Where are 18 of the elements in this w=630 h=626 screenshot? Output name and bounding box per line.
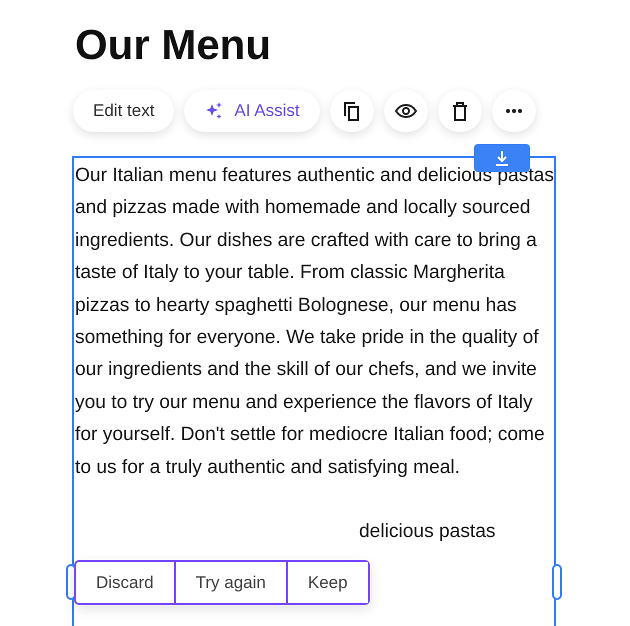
download-icon xyxy=(495,150,509,166)
ai-action-button[interactable]: Keep xyxy=(286,562,368,603)
edit-text-button[interactable]: Edit text xyxy=(73,90,174,132)
paragraph-text: delicious pastas xyxy=(358,520,497,544)
preview-button[interactable] xyxy=(384,90,428,132)
delete-button[interactable] xyxy=(438,90,482,132)
copy-icon xyxy=(342,101,361,121)
sparkle-icon xyxy=(204,101,224,121)
ai-action-button[interactable]: Try again xyxy=(174,562,286,603)
ai-action-button[interactable]: Discard xyxy=(76,562,174,603)
more-button[interactable] xyxy=(492,90,536,132)
page-heading: Our Menu xyxy=(75,20,272,70)
resize-handle[interactable] xyxy=(552,564,562,600)
ai-assist-button[interactable]: AI Assist xyxy=(184,90,320,132)
trash-icon xyxy=(452,102,468,120)
copy-button[interactable] xyxy=(330,90,374,132)
eye-icon xyxy=(394,104,417,118)
more-icon xyxy=(506,109,522,113)
